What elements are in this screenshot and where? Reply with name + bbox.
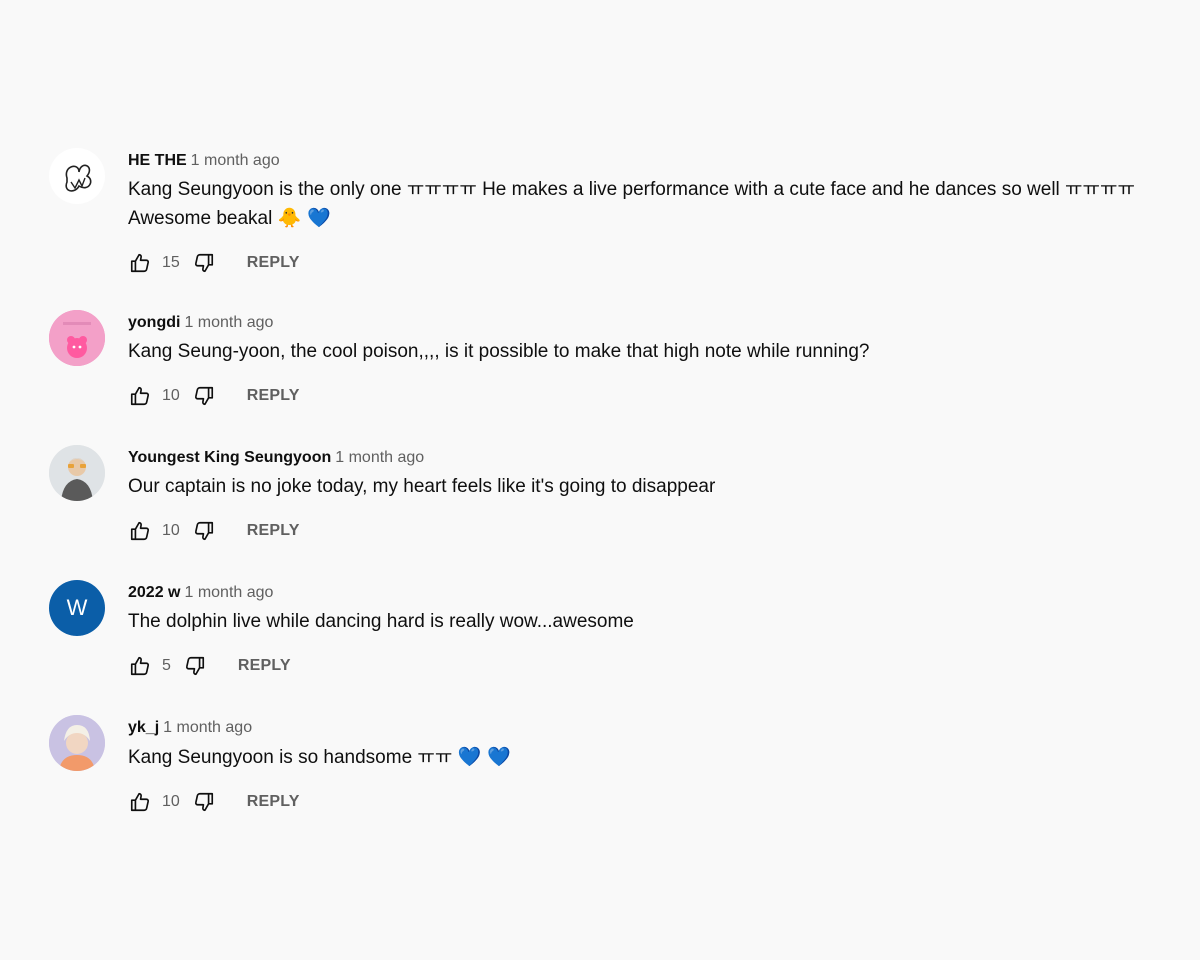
comment-text: The dolphin live while dancing hard is r… [128,611,634,632]
comment-item: HE THE 1 month ago Kang Seungyoon is the … [0,138,1200,300]
comment-time[interactable]: 1 month ago [184,314,273,331]
like-count: 10 [162,522,180,539]
comment-item: W 2022 w1 month ago The dolphin live whi… [0,570,1200,705]
reply-button[interactable]: REPLY [247,522,300,540]
comment-actions: 5 REPLY [128,648,1180,684]
comment-text: Kang Seung-yoon, the cool poison,,,, is … [128,341,870,362]
comment-actions: 10 REPLY [128,784,1180,820]
like-button[interactable] [128,384,152,408]
comment-author[interactable]: 2022 w [128,584,180,601]
avatar-letter: W [66,595,88,620]
comment-item: yongdi 1 month ago Kang Seung-yoon, the c… [0,300,1200,435]
comments-list: HE THE 1 month ago Kang Seungyoon is the … [0,138,1200,840]
thumbs-down-icon [194,521,213,541]
pink-bear-icon [49,310,105,366]
dislike-button[interactable] [192,790,216,814]
thumbs-up-icon [130,386,150,406]
comment-time[interactable]: 1 month ago [184,584,273,601]
comment-text: Our captain is no joke today, my heart f… [128,476,716,497]
thumbs-down-icon [194,792,213,812]
comment-time[interactable]: 1 month ago [191,152,280,169]
comment-item: Youngest King Seungyoon 1 month ago Our c… [0,435,1200,570]
like-button[interactable] [128,654,152,678]
top-area [0,0,1200,138]
like-count: 10 [162,387,180,404]
thumbs-down-icon [194,253,213,273]
comment-emoji: 🐥 💙 [277,207,331,229]
dislike-button[interactable] [192,384,216,408]
like-count: 5 [162,657,171,674]
comment-text: Kang Seungyoon is so handsome ㅠㅠ 💙 💙 [128,743,1180,772]
thumbs-down-icon [185,656,204,676]
thumbs-up-icon [130,656,150,676]
avatar[interactable]: W [49,580,105,636]
reply-button[interactable]: REPLY [238,657,291,675]
comment-time[interactable]: 1 month ago [163,719,252,736]
comment-author[interactable]: yongdi [128,314,180,331]
like-count: 15 [162,254,180,271]
like-button[interactable] [128,519,152,543]
like-button[interactable] [128,790,152,814]
comment-author[interactable]: Youngest King Seungyoon [128,449,331,466]
comment-author[interactable]: HE THE [128,152,187,169]
comment-text: Kang Seungyoon is the only one ㅠㅠㅠㅠ He m… [128,176,1180,233]
reply-button[interactable]: REPLY [247,793,300,811]
avatar[interactable] [49,148,105,204]
avatar[interactable] [49,310,105,366]
comment-emoji: 💙 💙 [457,746,512,768]
comment-actions: 10 REPLY [128,378,1180,414]
comment-item: yk_j 1 month ago Kang Seungyoon is so han… [0,705,1200,840]
comment-text-content: Kang Seungyoon is so handsome ㅠㅠ [128,747,453,768]
comment-author[interactable]: yk_j [128,719,159,736]
comment-time[interactable]: 1 month ago [335,449,424,466]
dislike-button[interactable] [192,251,216,275]
reply-button[interactable]: REPLY [247,387,300,405]
dislike-button[interactable] [183,654,207,678]
sketch-logo-icon [65,164,92,192]
reply-button[interactable]: REPLY [247,254,300,272]
like-count: 10 [162,793,180,810]
person-photo-icon [49,445,105,501]
comment-actions: 10 REPLY [128,513,1180,549]
person-photo-icon [49,715,105,771]
like-button[interactable] [128,251,152,275]
thumbs-up-icon [130,792,150,812]
thumbs-down-icon [194,386,213,406]
thumbs-up-icon [130,253,150,273]
thumbs-up-icon [130,521,150,541]
avatar[interactable] [49,445,105,501]
avatar[interactable] [49,715,105,771]
dislike-button[interactable] [192,519,216,543]
comment-actions: 15 REPLY [128,245,1180,281]
